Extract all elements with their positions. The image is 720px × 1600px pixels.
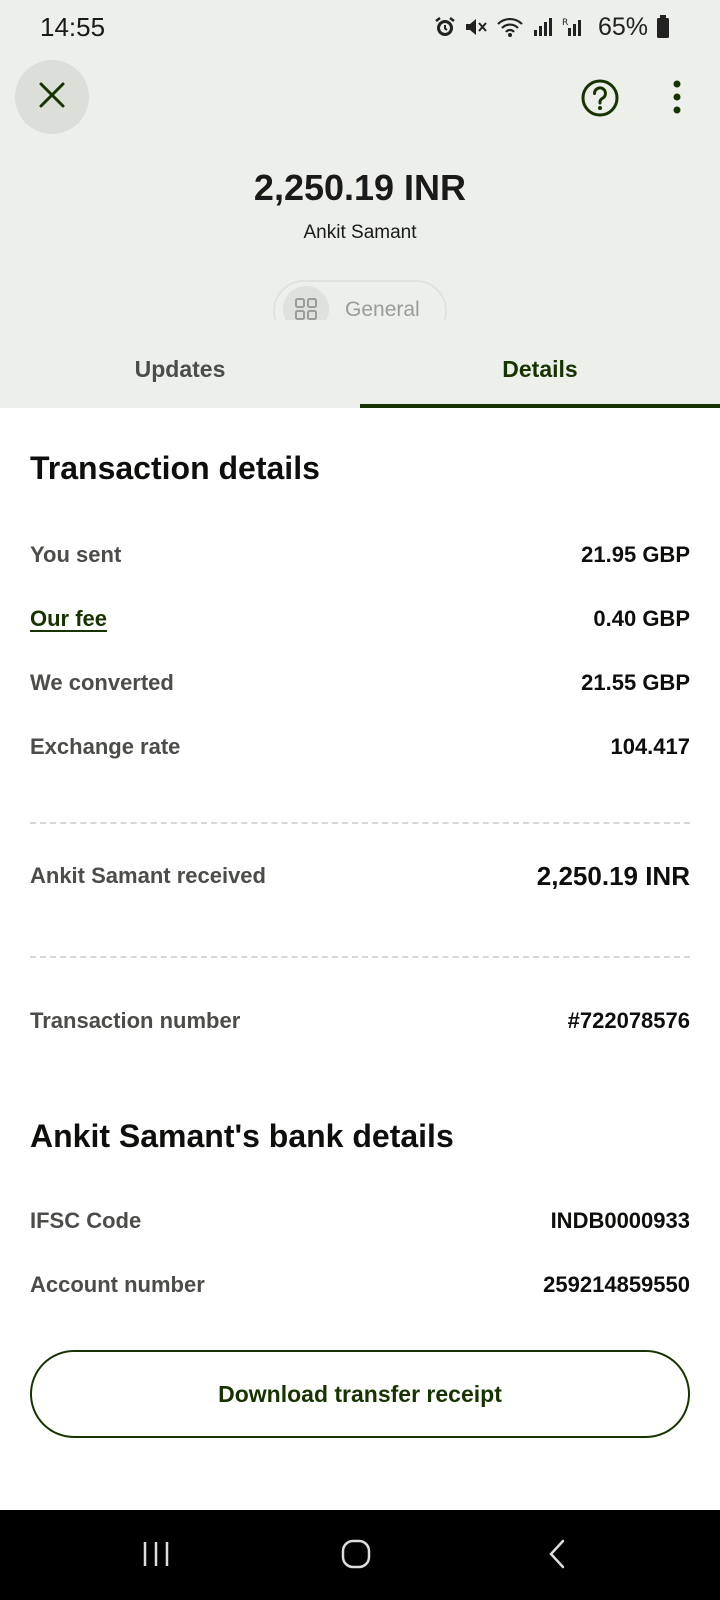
you-sent-value: 21.95 GBP — [581, 542, 690, 567]
transaction-number-value: #722078576 — [567, 1008, 690, 1033]
recipient-name: Ankit Samant — [303, 222, 417, 243]
row-exchange-rate: Exchange rate 104.417 — [30, 730, 690, 764]
signal-icon-2: R — [562, 16, 586, 38]
back-button[interactable] — [546, 1538, 570, 1572]
transfer-amount: 2,250.19 INR — [253, 167, 467, 208]
our-fee-link[interactable]: Our fee — [30, 606, 107, 632]
grid-icon — [283, 286, 329, 320]
ifsc-value: INDB0000933 — [550, 1208, 690, 1233]
transaction-details-title: Transaction details — [30, 450, 320, 486]
category-chip[interactable]: General — [273, 280, 447, 320]
divider — [30, 822, 690, 824]
status-bar: 14:55 R 65% — [0, 0, 720, 56]
close-button[interactable] — [15, 60, 89, 134]
status-icons: R 65% — [434, 12, 670, 42]
account-number-label: Account number — [30, 1272, 205, 1297]
received-value: 2,250.19 INR — [536, 860, 690, 891]
recent-apps-button[interactable] — [140, 1538, 172, 1572]
more-options-button[interactable] — [665, 78, 689, 118]
received-label: Ankit Samant received — [30, 863, 266, 888]
tab-updates[interactable]: Updates — [0, 330, 360, 408]
header-area: 14:55 R 65% 2,250.19 INR Ankit Samant Ge… — [0, 0, 720, 408]
system-nav-bar — [0, 1510, 720, 1600]
exchange-rate-value: 104.417 — [610, 734, 690, 759]
you-sent-label: You sent — [30, 542, 122, 567]
transaction-number-label: Transaction number — [30, 1008, 241, 1033]
more-vertical-icon — [665, 80, 689, 122]
we-converted-value: 21.55 GBP — [581, 670, 690, 695]
wifi-icon — [496, 16, 524, 38]
account-number-value: 259214859550 — [543, 1272, 690, 1297]
help-icon — [580, 79, 620, 122]
category-chip-label: General — [345, 298, 420, 320]
row-you-sent: You sent 21.95 GBP — [30, 538, 690, 572]
row-ifsc: IFSC Code INDB0000933 — [30, 1204, 690, 1238]
svg-text:R: R — [562, 18, 568, 28]
alarm-icon — [434, 16, 456, 38]
signal-icon — [532, 16, 554, 38]
help-button[interactable] — [580, 78, 620, 118]
tab-bar: Updates Details — [0, 330, 720, 408]
row-account-number: Account number 259214859550 — [30, 1268, 690, 1302]
row-transaction-number: Transaction number #722078576 — [30, 1004, 690, 1038]
row-we-converted: We converted 21.55 GBP — [30, 666, 690, 700]
download-receipt-button[interactable]: Download transfer receipt — [30, 1350, 690, 1438]
tab-details[interactable]: Details — [360, 330, 720, 408]
home-button[interactable] — [340, 1538, 372, 1572]
battery-percent: 65% — [597, 12, 648, 41]
close-icon — [38, 81, 66, 114]
status-time: 14:55 — [40, 12, 106, 42]
mute-icon — [464, 16, 488, 38]
battery-icon — [656, 15, 670, 39]
exchange-rate-label: Exchange rate — [30, 734, 181, 759]
ifsc-label: IFSC Code — [30, 1208, 142, 1233]
row-our-fee: Our fee 0.40 GBP — [30, 602, 690, 636]
bank-details-title: Ankit Samant's bank details — [30, 1118, 454, 1154]
our-fee-value: 0.40 GBP — [593, 606, 690, 631]
row-received: Ankit Samant received 2,250.19 INR — [30, 856, 690, 896]
divider — [30, 956, 690, 958]
we-converted-label: We converted — [30, 670, 174, 695]
